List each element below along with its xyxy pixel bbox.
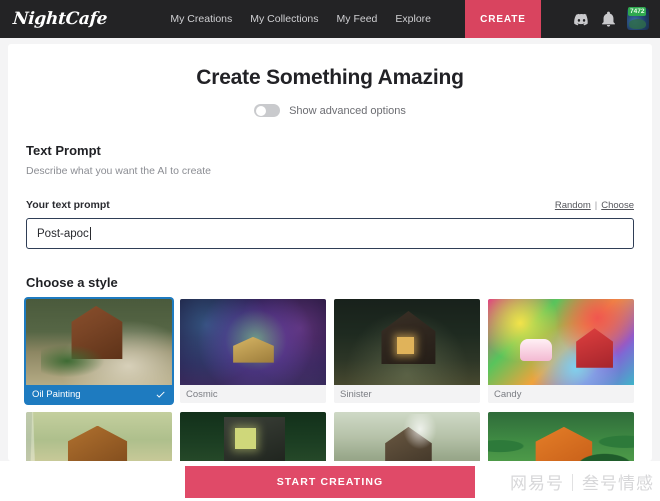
style-card-row2-1[interactable]: [26, 412, 172, 461]
style-art-vivid: [488, 412, 634, 461]
style-card-row2-3[interactable]: [334, 412, 480, 461]
style-thumbnail: [488, 299, 634, 385]
style-card-row2-4[interactable]: [488, 412, 634, 461]
content-card: Create Something Amazing Show advanced o…: [8, 44, 652, 461]
random-prompt-link[interactable]: Random: [555, 200, 591, 211]
style-card-footer: Cosmic: [180, 385, 326, 403]
app-header: NightCafe My Creations My Collections My…: [0, 0, 660, 38]
style-thumbnail: [26, 412, 172, 461]
text-prompt-subheading: Describe what you want the AI to create: [26, 165, 212, 177]
style-art-sinister: [334, 299, 480, 385]
advanced-options-row: Show advanced options: [8, 104, 652, 117]
nav-link-my-creations[interactable]: My Creations: [170, 13, 232, 25]
style-label: Cosmic: [186, 388, 218, 400]
style-card-footer: Sinister: [334, 385, 480, 403]
footer-bar: START CREATING 网易号｜叁号情感: [0, 461, 660, 501]
text-prompt-heading: Text Prompt: [26, 143, 101, 158]
style-grid-row-2: [26, 412, 634, 461]
watermark: 网易号｜叁号情感: [510, 474, 654, 494]
link-separator: |: [594, 200, 598, 211]
bell-icon[interactable]: [600, 11, 617, 28]
prompt-helper-links: Random | Choose: [555, 200, 634, 211]
discord-icon[interactable]: [573, 11, 590, 28]
style-thumbnail: [180, 299, 326, 385]
style-card-footer: Oil Painting: [26, 385, 172, 403]
header-icon-group: 7472: [573, 7, 649, 30]
style-thumbnail: [334, 299, 480, 385]
nav-link-explore[interactable]: Explore: [395, 13, 431, 25]
text-prompt-input[interactable]: Post-apoc: [26, 218, 634, 249]
card-body: Text Prompt Describe what you want the A…: [8, 143, 652, 461]
style-label: Candy: [494, 388, 522, 400]
style-card-candy[interactable]: Candy: [488, 299, 634, 403]
start-creating-button[interactable]: START CREATING: [185, 466, 475, 498]
style-label: Sinister: [340, 388, 372, 400]
style-thumbnail: [488, 412, 634, 461]
text-prompt-value: Post-apoc: [37, 227, 89, 240]
style-card-sinister[interactable]: Sinister: [334, 299, 480, 403]
style-thumbnail: [26, 299, 172, 385]
text-cursor: [89, 227, 91, 240]
style-card-footer: Candy: [488, 385, 634, 403]
prompt-field-label: Your text prompt: [26, 199, 110, 211]
show-advanced-options-label: Show advanced options: [289, 104, 406, 117]
choose-prompt-link[interactable]: Choose: [601, 200, 634, 211]
choose-style-heading: Choose a style: [26, 275, 118, 290]
style-art-dark-forest: [180, 412, 326, 461]
style-art-candy: [488, 299, 634, 385]
style-thumbnail: [180, 412, 326, 461]
style-label: Oil Painting: [32, 388, 81, 400]
nav-link-my-feed[interactable]: My Feed: [337, 13, 378, 25]
main-nav: My Creations My Collections My Feed Expl…: [170, 0, 660, 38]
check-icon: [156, 391, 165, 398]
style-thumbnail: [334, 412, 480, 461]
style-card-row2-2[interactable]: [180, 412, 326, 461]
create-button[interactable]: CREATE: [465, 0, 541, 38]
avatar[interactable]: 7472: [627, 7, 649, 30]
nightcafe-logo[interactable]: NightCafe: [12, 9, 107, 29]
page-title: Create Something Amazing: [196, 66, 464, 89]
page-root: NightCafe My Creations My Collections My…: [0, 0, 660, 501]
style-art-misty: [334, 412, 480, 461]
style-grid-row-1: Oil Painting Cosmic Sinister Candy: [26, 299, 634, 403]
style-card-cosmic[interactable]: Cosmic: [180, 299, 326, 403]
style-art-cosmic: [180, 299, 326, 385]
avatar-credit-badge: 7472: [628, 7, 647, 16]
style-art-oil-painting: [26, 299, 172, 385]
prompt-field-header: Your text prompt Random | Choose: [26, 199, 634, 211]
nav-link-my-collections[interactable]: My Collections: [250, 13, 318, 25]
style-art-paper-collage: [26, 412, 172, 461]
style-card-oil-painting[interactable]: Oil Painting: [26, 299, 172, 403]
show-advanced-options-toggle[interactable]: [254, 104, 281, 117]
